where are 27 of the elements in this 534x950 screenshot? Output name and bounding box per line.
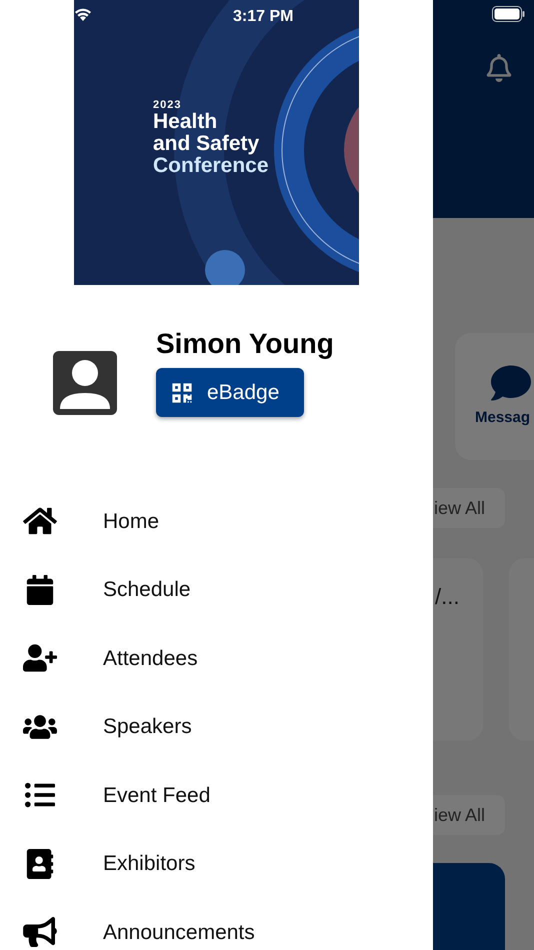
user-plus-icon bbox=[23, 643, 57, 674]
banner-title: and Safety bbox=[153, 133, 260, 155]
banner-year: 2023 bbox=[153, 100, 182, 111]
menu-item[interactable]: Announcements bbox=[0, 898, 433, 950]
menu-item[interactable]: Home bbox=[0, 487, 433, 556]
menu-item[interactable]: Attendees bbox=[0, 624, 433, 692]
menu-item[interactable]: Schedule bbox=[0, 556, 433, 624]
avatar-icon bbox=[53, 350, 117, 414]
chat-bubble-icon bbox=[489, 363, 533, 403]
menu-item[interactable]: Speakers bbox=[0, 692, 433, 761]
menu-item[interactable]: Event Feed bbox=[0, 761, 433, 830]
message-card[interactable]: Messag bbox=[455, 333, 534, 460]
event-card[interactable]: /... bbox=[433, 558, 483, 741]
user-name: Simon Young bbox=[156, 330, 334, 358]
ebadge-button[interactable]: eBadge bbox=[156, 368, 304, 417]
qr-code-icon bbox=[171, 382, 193, 404]
battery-icon bbox=[492, 6, 525, 22]
menu-item[interactable]: Exhibitors bbox=[0, 830, 433, 898]
banner-title: Health bbox=[153, 111, 218, 133]
banner-subtitle: Conference bbox=[153, 155, 269, 177]
home-icon bbox=[23, 506, 57, 536]
bell-icon[interactable] bbox=[486, 54, 512, 82]
megaphone-icon bbox=[23, 917, 57, 948]
status-time: 3:17 PM bbox=[233, 7, 294, 27]
view-all-button[interactable]: iew All bbox=[433, 795, 505, 835]
view-all-button[interactable]: iew All bbox=[433, 488, 505, 528]
wifi-icon bbox=[74, 7, 92, 21]
